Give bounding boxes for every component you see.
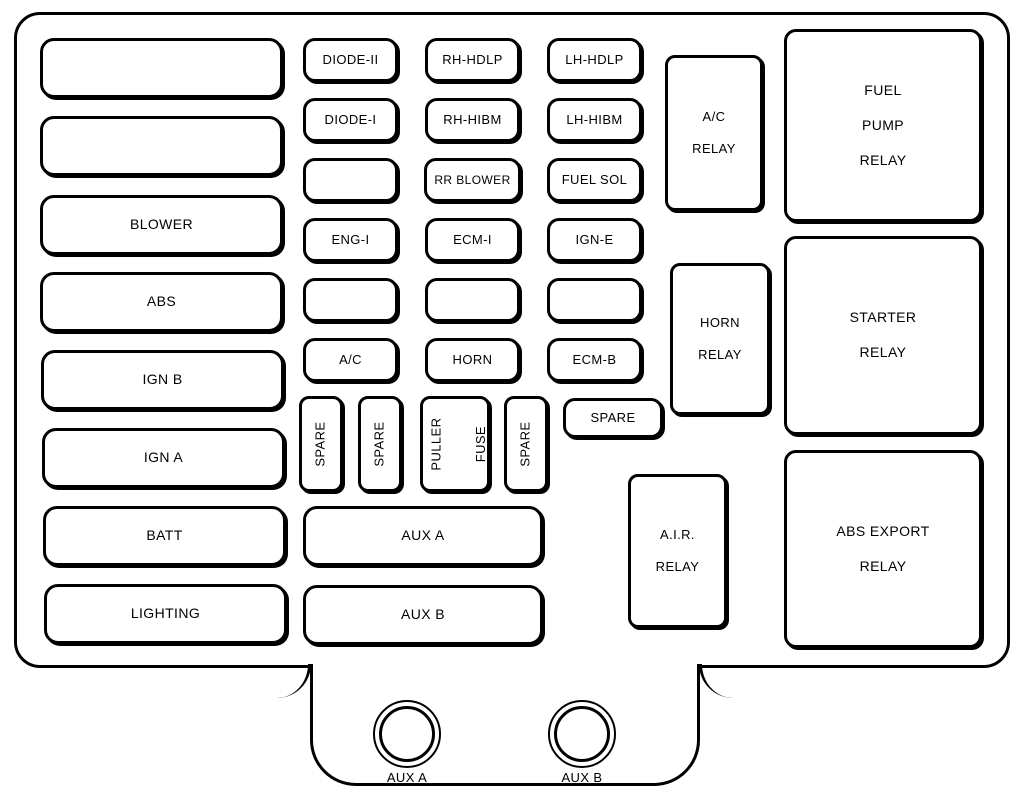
fuse-slot-rr-blower[interactable]: RR BLOWER	[424, 158, 521, 202]
fuse-label: RH-HIBM	[443, 111, 502, 127]
fuse-slot-blower[interactable]: BLOWER	[40, 195, 283, 255]
fuse-label: LH-HDLP	[565, 51, 624, 67]
fuse-slot-eng-i[interactable]: ENG-I	[303, 218, 398, 262]
relay-label: FUEL PUMP RELAY	[859, 81, 907, 168]
fuse-slot-diode-i[interactable]: DIODE-I	[303, 98, 398, 142]
relay-label: STARTER RELAY	[849, 309, 917, 361]
fuse-slot-ign-b[interactable]: IGN B	[41, 350, 284, 410]
fuse-label: BATT	[146, 527, 183, 544]
fuse-label: SPARE	[517, 421, 533, 467]
fuse-slot-batt[interactable]: BATT	[43, 506, 286, 566]
fuse-slot-left-1[interactable]	[40, 38, 283, 98]
fuse-label: SPARE	[590, 409, 636, 425]
fuse-slot-aux-b[interactable]: AUX B	[303, 585, 543, 645]
fuse-puller-label-line2: PULLER	[428, 417, 444, 471]
fuse-label: IGN A	[143, 449, 184, 466]
fuse-label: FUEL SOL	[561, 171, 628, 187]
relay-air[interactable]: A.I.R. RELAY	[628, 474, 727, 628]
fuse-slot-aux-a[interactable]: AUX A	[303, 506, 543, 566]
fuse-label: ECM-B	[572, 351, 617, 367]
fuse-label: AUX A	[401, 527, 445, 544]
fuse-label: BLOWER	[129, 216, 194, 233]
fuse-slot-rh-hibm[interactable]: RH-HIBM	[425, 98, 520, 142]
fuse-slot-diode-ii[interactable]: DIODE-II	[303, 38, 398, 82]
fuse-slot-mid-c1-3[interactable]	[303, 158, 398, 202]
relay-label: HORN RELAY	[698, 314, 742, 363]
fuse-label: RH-HDLP	[442, 51, 503, 67]
fuse-label: LH-HIBM	[566, 111, 623, 127]
fuse-label: DIODE-I	[324, 111, 377, 127]
fuse-label: DIODE-II	[322, 51, 379, 67]
fuse-slot-ign-a[interactable]: IGN A	[42, 428, 285, 488]
fuse-slot-spare-3[interactable]: SPARE	[504, 396, 548, 492]
fuse-label: AUX B	[400, 606, 445, 623]
fuse-slot-ign-e[interactable]: IGN-E	[547, 218, 642, 262]
fuse-slot-horn[interactable]: HORN	[425, 338, 520, 382]
relay-label: A.I.R. RELAY	[655, 526, 700, 575]
fuse-slot-spare-4[interactable]: SPARE	[563, 398, 663, 438]
fuse-label: LIGHTING	[130, 605, 201, 622]
fuse-slot-mid-c1-5[interactable]	[303, 278, 398, 322]
relay-label: A/C RELAY	[692, 108, 736, 157]
fuse-puller-label-line1: FUSE	[473, 425, 489, 463]
fuse-slot-ecm-i[interactable]: ECM-I	[425, 218, 520, 262]
relay-horn[interactable]: HORN RELAY	[670, 263, 770, 415]
fuse-slot-lh-hdlp[interactable]: LH-HDLP	[547, 38, 642, 82]
tab-fillet-right	[699, 664, 733, 698]
fuse-label: IGN B	[142, 371, 183, 388]
fuse-puller-slot[interactable]: PULLER FUSE	[420, 396, 490, 492]
fuse-slot-spare-2[interactable]: SPARE	[358, 396, 402, 492]
fuse-slot-rh-hdlp[interactable]: RH-HDLP	[425, 38, 520, 82]
terminal-label: AUX B	[561, 770, 603, 785]
relay-abs-export[interactable]: ABS EXPORT RELAY	[784, 450, 982, 648]
fuse-slot-lighting[interactable]: LIGHTING	[44, 584, 287, 644]
fuse-box-diagram: BLOWER ABS IGN B IGN A BATT LIGHTING DIO…	[0, 0, 1024, 810]
fuse-slot-spare-1[interactable]: SPARE	[299, 396, 343, 492]
fuse-label: A/C	[339, 351, 362, 367]
terminal-label: AUX A	[386, 770, 428, 785]
fuse-slot-abs[interactable]: ABS	[40, 272, 283, 332]
fuse-label: ENG-I	[331, 231, 370, 247]
fuse-label: RR BLOWER	[434, 172, 511, 187]
fuse-label: HORN	[452, 351, 493, 367]
tab-fillet-left	[277, 664, 311, 698]
fuse-slot-mid-c3-5[interactable]	[547, 278, 642, 322]
fuse-slot-mid-c2-5[interactable]	[425, 278, 520, 322]
relay-starter[interactable]: STARTER RELAY	[784, 236, 982, 435]
terminal-ring-inner-icon	[554, 706, 610, 762]
fuse-label: IGN-E	[575, 231, 614, 247]
fuse-slot-left-2[interactable]	[40, 116, 283, 176]
fuse-slot-lh-hibm[interactable]: LH-HIBM	[547, 98, 642, 142]
relay-ac[interactable]: A/C RELAY	[665, 55, 763, 211]
relay-fuel-pump[interactable]: FUEL PUMP RELAY	[784, 29, 982, 222]
fuse-label: SPARE	[312, 421, 328, 467]
fuse-slot-ecm-b[interactable]: ECM-B	[547, 338, 642, 382]
fuse-label: ABS	[146, 293, 177, 310]
terminal-ring-inner-icon	[379, 706, 435, 762]
fuse-label: ECM-I	[453, 231, 492, 247]
relay-label: ABS EXPORT RELAY	[836, 522, 930, 574]
fuse-slot-ac[interactable]: A/C	[303, 338, 398, 382]
fuse-label: SPARE	[371, 421, 387, 467]
fuse-slot-fuel-sol[interactable]: FUEL SOL	[547, 158, 642, 202]
connector-tab	[310, 664, 700, 786]
